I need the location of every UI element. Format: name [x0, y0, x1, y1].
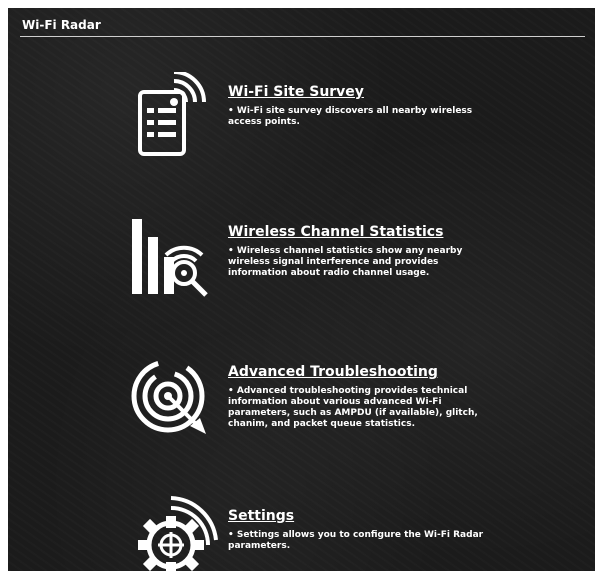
site-survey-link[interactable]: Wi-Fi Site Survey — [228, 84, 364, 100]
settings-gear-icon[interactable] — [128, 488, 218, 571]
settings-link[interactable]: Settings — [228, 508, 294, 524]
header-divider — [20, 36, 585, 37]
site-survey-description: • Wi-Fi site survey discovers all nearby… — [228, 106, 473, 127]
wifi-radar-panel: Wi-Fi Radar Wi-Fi Site Survey • Wi-Fi si… — [8, 8, 595, 571]
troubleshooting-icon[interactable] — [128, 356, 218, 446]
channel-statistics-link[interactable]: Wireless Channel Statistics — [228, 224, 443, 240]
troubleshooting-description: • Advanced troubleshooting provides tech… — [228, 386, 478, 429]
settings-description: • Settings allows you to configure the W… — [228, 530, 484, 551]
channel-statistics-description: • Wireless channel statistics show any n… — [228, 246, 463, 278]
site-survey-icon[interactable] — [128, 70, 218, 162]
channel-statistics-icon[interactable] — [128, 213, 218, 303]
site-survey-section: Wi-Fi Site Survey • Wi-Fi site survey di… — [8, 68, 595, 168]
page-title: Wi-Fi Radar — [22, 18, 101, 32]
troubleshooting-link[interactable]: Advanced Troubleshooting — [228, 364, 438, 380]
settings-section: Settings • Settings allows you to config… — [8, 486, 595, 571]
troubleshooting-section: Advanced Troubleshooting • Advanced trou… — [8, 356, 595, 456]
channel-statistics-section: Wireless Channel Statistics • Wireless c… — [8, 213, 595, 313]
